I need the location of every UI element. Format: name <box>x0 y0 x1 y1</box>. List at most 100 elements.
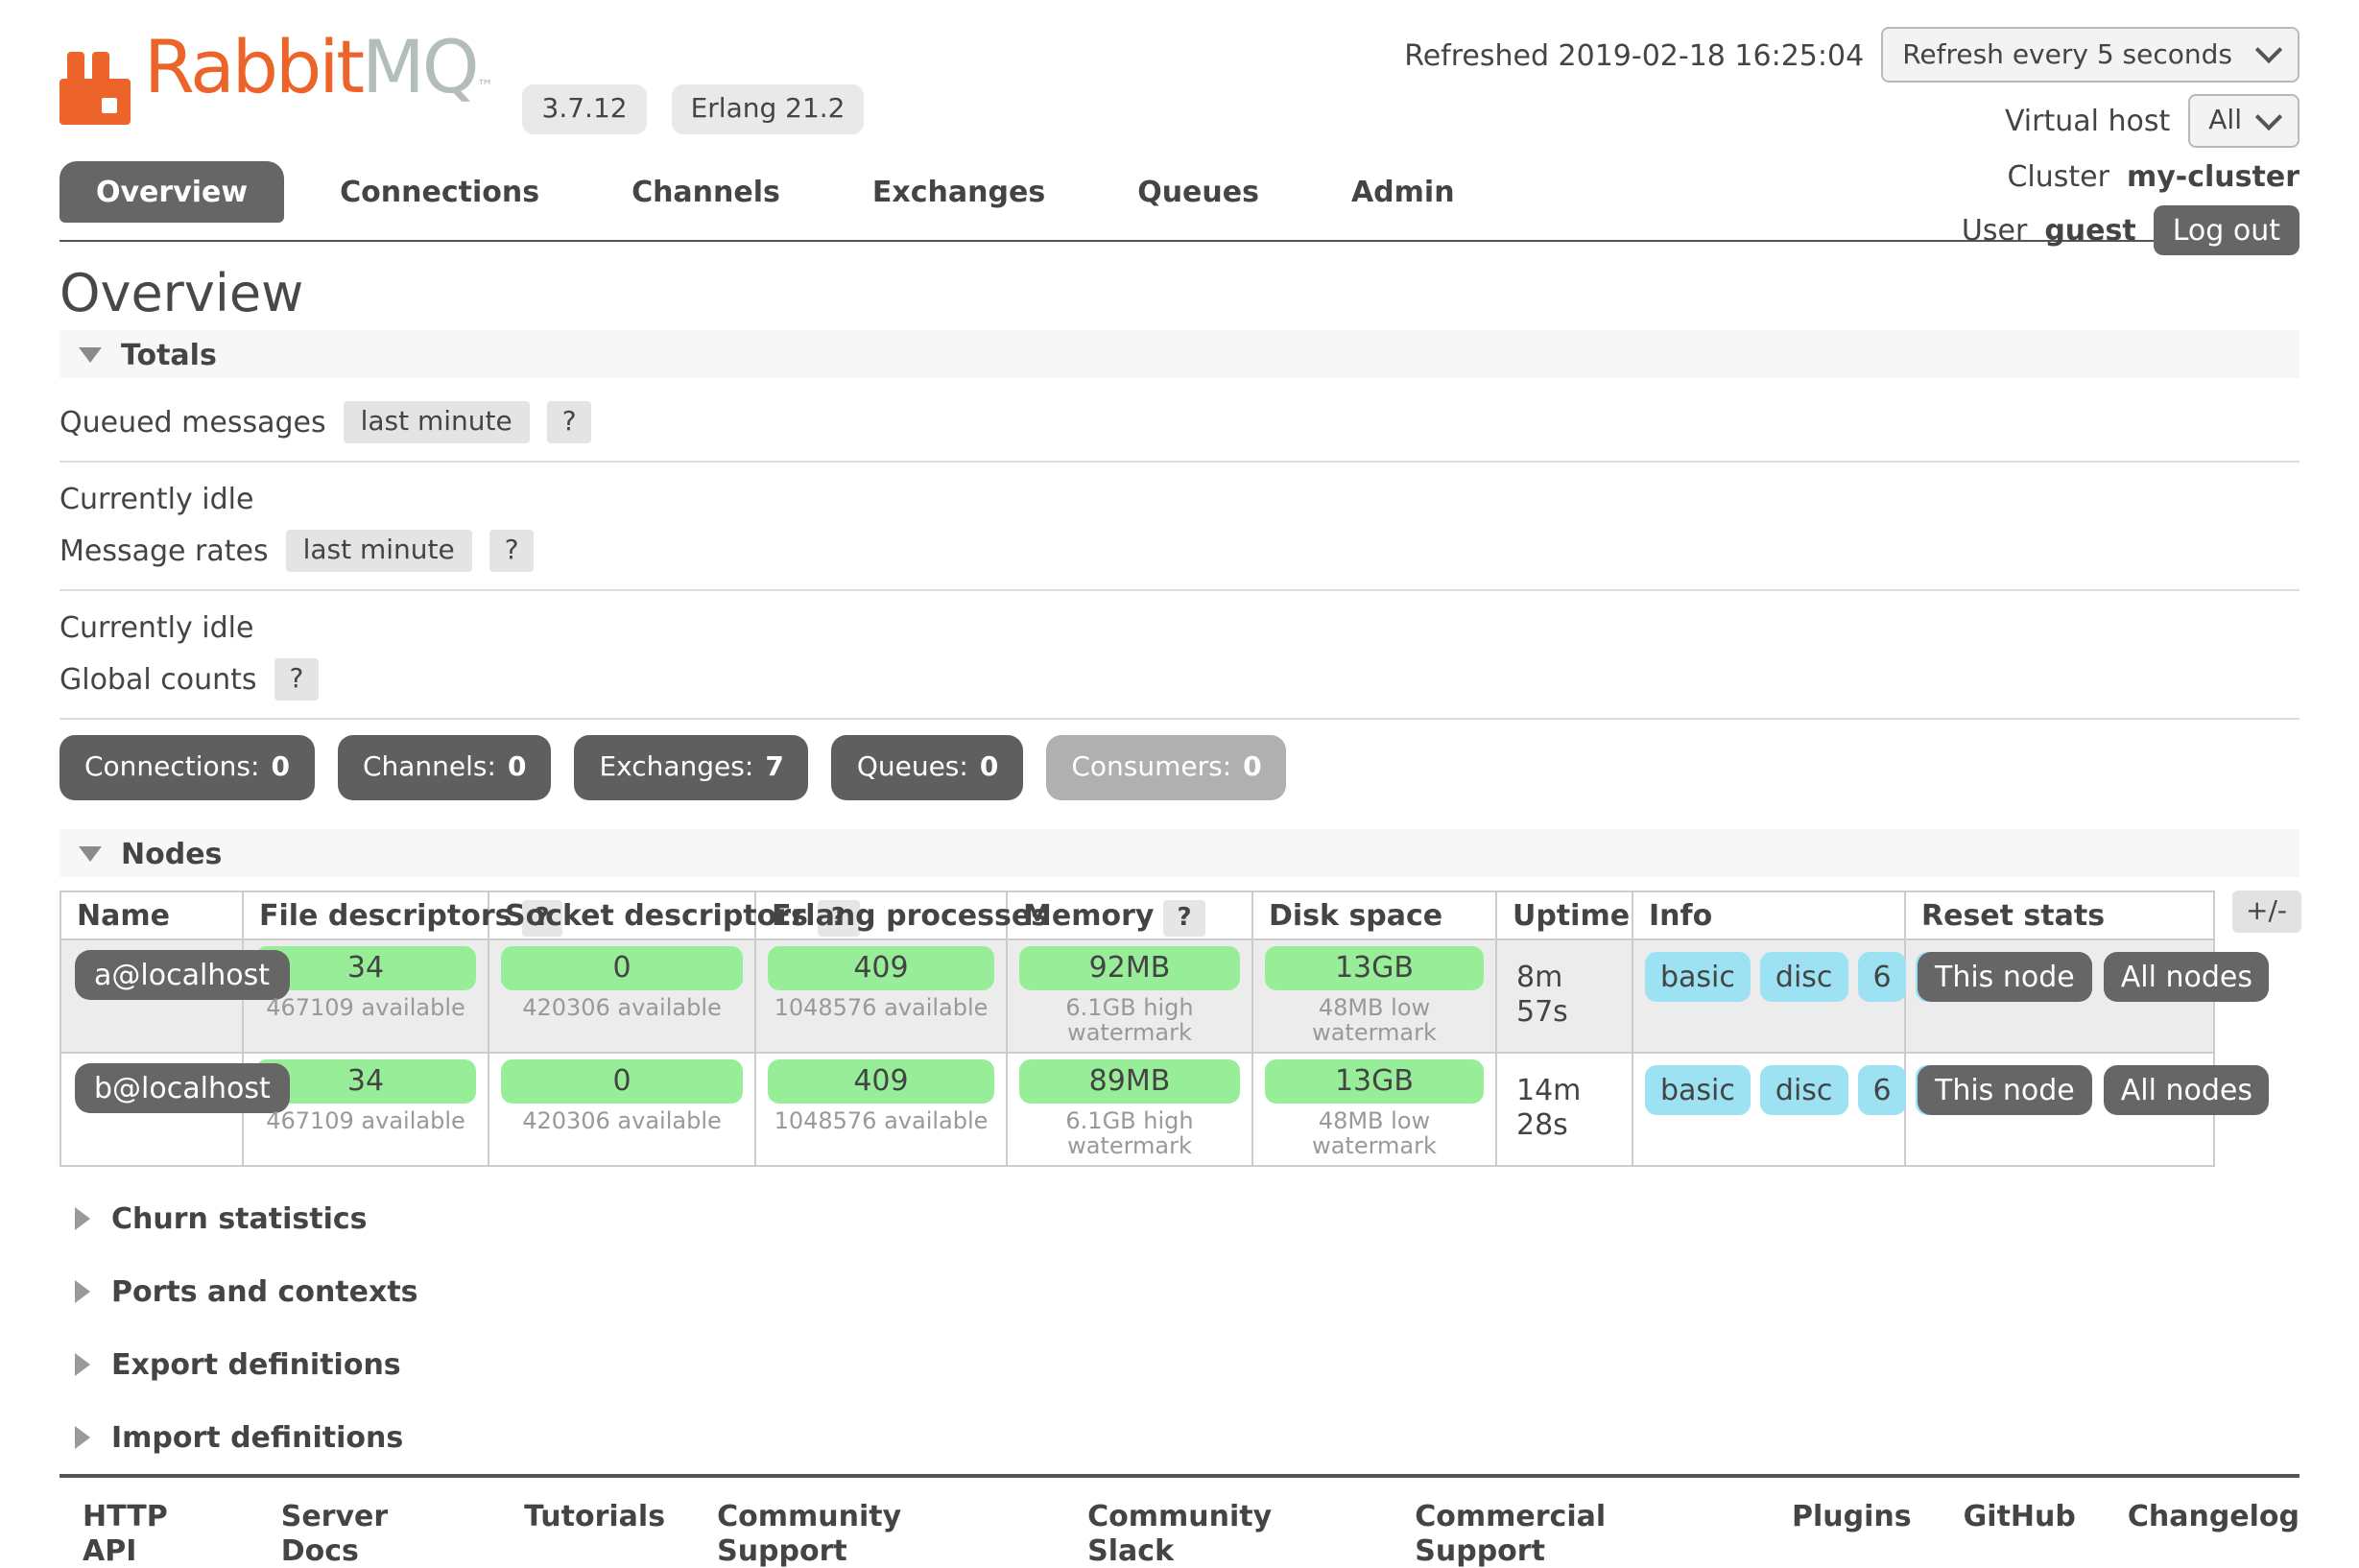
section-nodes-title: Nodes <box>121 836 222 870</box>
sd-metric-bar: 0 <box>501 946 743 990</box>
col-name: Name <box>60 891 243 939</box>
col-sd-label: Socket descriptors <box>505 898 808 933</box>
reset-this-node-button[interactable]: This node <box>1918 1065 2092 1115</box>
global-counts-badges: Connections: 0 Channels: 0 Exchanges: 7 … <box>60 735 2299 800</box>
footer-link-github[interactable]: GitHub <box>1964 1499 2076 1568</box>
disk-cell: 13GB48MB low watermark <box>1252 1053 1496 1166</box>
count-label: Connections: <box>84 752 259 783</box>
tab-queues[interactable]: Queues <box>1101 161 1296 223</box>
tab-exchanges[interactable]: Exchanges <box>836 161 1082 223</box>
footer-link-server-docs[interactable]: Server Docs <box>281 1499 472 1568</box>
section-ports-and-contexts[interactable]: Ports and contexts <box>75 1255 2299 1328</box>
count-badge-consumers[interactable]: Consumers: 0 <box>1046 735 1286 800</box>
count-label: Consumers: <box>1071 752 1231 783</box>
count-badge-queues[interactable]: Queues: 0 <box>832 735 1024 800</box>
footer-link-tutorials[interactable]: Tutorials <box>524 1499 665 1568</box>
sd-cell: 0420306 available <box>488 1053 755 1166</box>
nodes-table-wrap: Name File descriptors? Socket descriptor… <box>60 891 2299 1167</box>
col-uptime: Uptime <box>1496 891 1632 939</box>
reset-stats-cell: This node All nodes <box>1905 1053 2214 1166</box>
node-row-b: b@localhost 34467109 available 0420306 a… <box>60 1053 2214 1166</box>
reset-this-node-button[interactable]: This node <box>1918 952 2092 1002</box>
reset-all-nodes-button[interactable]: All nodes <box>2104 952 2270 1002</box>
section-import-definitions[interactable]: Import definitions <box>75 1401 2299 1474</box>
rabbitmq-version-badge: 3.7.12 <box>523 84 647 134</box>
global-counts-label: Global counts <box>60 662 257 697</box>
help-icon[interactable]: ? <box>274 658 320 701</box>
cluster-name: my-cluster <box>2127 159 2299 194</box>
count-value: 0 <box>271 752 290 783</box>
tab-connections[interactable]: Connections <box>303 161 576 223</box>
user-name: guest <box>2044 213 2135 248</box>
node-name-badge: b@localhost <box>75 1063 290 1113</box>
virtual-host-select[interactable]: All <box>2187 94 2299 148</box>
ep-cell: 4091048576 available <box>755 1053 1007 1166</box>
help-icon[interactable]: ? <box>1163 900 1204 937</box>
collapsed-sections: Churn statistics Ports and contexts Expo… <box>60 1182 2299 1474</box>
section-totals-header[interactable]: Totals <box>60 330 2299 378</box>
help-icon[interactable]: ? <box>547 401 592 443</box>
footer-link-http-api[interactable]: HTTP API <box>83 1499 229 1568</box>
col-disk-label: Disk space <box>1269 898 1442 933</box>
section-nodes-header[interactable]: Nodes <box>60 829 2299 877</box>
count-value: 0 <box>980 752 999 783</box>
tab-channels[interactable]: Channels <box>595 161 817 223</box>
count-label: Queues: <box>857 752 968 783</box>
refresh-row: Refreshed 2019-02-18 16:25:04 Refresh ev… <box>1404 27 2299 83</box>
refreshed-timestamp: Refreshed 2019-02-18 16:25:04 <box>1404 37 1864 72</box>
refresh-interval-select[interactable]: Refresh every 5 seconds <box>1881 27 2299 83</box>
section-export-definitions[interactable]: Export definitions <box>75 1328 2299 1401</box>
disk-cell: 13GB48MB low watermark <box>1252 939 1496 1053</box>
section-ports-and-contexts-title: Ports and contexts <box>111 1274 418 1309</box>
footer-link-changelog[interactable]: Changelog <box>2128 1499 2299 1568</box>
fd-available-text: 467109 available <box>255 990 476 1021</box>
sd-metric-bar: 0 <box>501 1059 743 1104</box>
virtual-host-value: All <box>2208 106 2242 136</box>
col-memory: Memory? <box>1007 891 1252 939</box>
refresh-interval-value: Refresh every 5 seconds <box>1902 39 2232 70</box>
footer-link-community-support[interactable]: Community Support <box>717 1499 1036 1568</box>
footer-links: HTTP API Server Docs Tutorials Community… <box>60 1474 2299 1568</box>
footer-link-community-slack[interactable]: Community Slack <box>1087 1499 1363 1568</box>
node-name-cell: a@localhost <box>60 939 243 1053</box>
nodes-header-row: Name File descriptors? Socket descriptor… <box>60 891 2214 939</box>
ep-metric-bar: 409 <box>768 1059 994 1104</box>
reset-all-nodes-button[interactable]: All nodes <box>2104 1065 2270 1115</box>
version-badges: 3.7.12 Erlang 21.2 <box>523 84 865 134</box>
queued-rate-window-badge[interactable]: last minute <box>344 401 530 443</box>
rabbitmq-logo[interactable]: RabbitMQ™ <box>60 31 494 125</box>
cluster-label: Cluster <box>2007 159 2109 194</box>
footer-link-commercial-support[interactable]: Commercial Support <box>1415 1499 1740 1568</box>
column-toggle-button[interactable]: +/- <box>2232 891 2300 933</box>
ep-cell: 4091048576 available <box>755 939 1007 1053</box>
tab-overview[interactable]: Overview <box>60 161 284 223</box>
collapse-arrow-icon <box>79 346 102 362</box>
logout-button[interactable]: Log out <box>2154 205 2299 255</box>
rates-rate-window-badge[interactable]: last minute <box>286 530 472 572</box>
memory-watermark-text: 6.1GB high watermark <box>1019 1104 1240 1159</box>
section-churn-statistics-title: Churn statistics <box>111 1201 368 1236</box>
col-info: Info <box>1632 891 1905 939</box>
col-name-label: Name <box>77 898 170 933</box>
count-badge-connections[interactable]: Connections: 0 <box>60 735 315 800</box>
col-info-label: Info <box>1649 898 1712 933</box>
queued-idle-text: Currently idle <box>60 463 2299 520</box>
help-icon[interactable]: ? <box>489 530 535 572</box>
collapse-arrow-icon <box>79 845 102 861</box>
info-cell: basic disc 6 rss <box>1632 1053 1905 1166</box>
count-badge-channels[interactable]: Channels: 0 <box>338 735 552 800</box>
brand-wordmark-mq: MQ <box>362 25 476 109</box>
disk-watermark-text: 48MB low watermark <box>1265 1104 1484 1159</box>
footer-link-plugins[interactable]: Plugins <box>1792 1499 1912 1568</box>
count-badge-exchanges[interactable]: Exchanges: 7 <box>574 735 808 800</box>
ep-metric-bar: 409 <box>768 946 994 990</box>
sd-cell: 0420306 available <box>488 939 755 1053</box>
col-disk-space: Disk space <box>1252 891 1496 939</box>
section-export-definitions-title: Export definitions <box>111 1347 401 1382</box>
brand-wordmark: RabbitMQ™ <box>144 31 494 125</box>
chevron-down-icon <box>2255 103 2282 130</box>
virtual-host-label: Virtual host <box>2005 104 2170 138</box>
col-erlang-processes: Erlang processes <box>755 891 1007 939</box>
disk-watermark-text: 48MB low watermark <box>1265 990 1484 1046</box>
section-churn-statistics[interactable]: Churn statistics <box>75 1182 2299 1255</box>
